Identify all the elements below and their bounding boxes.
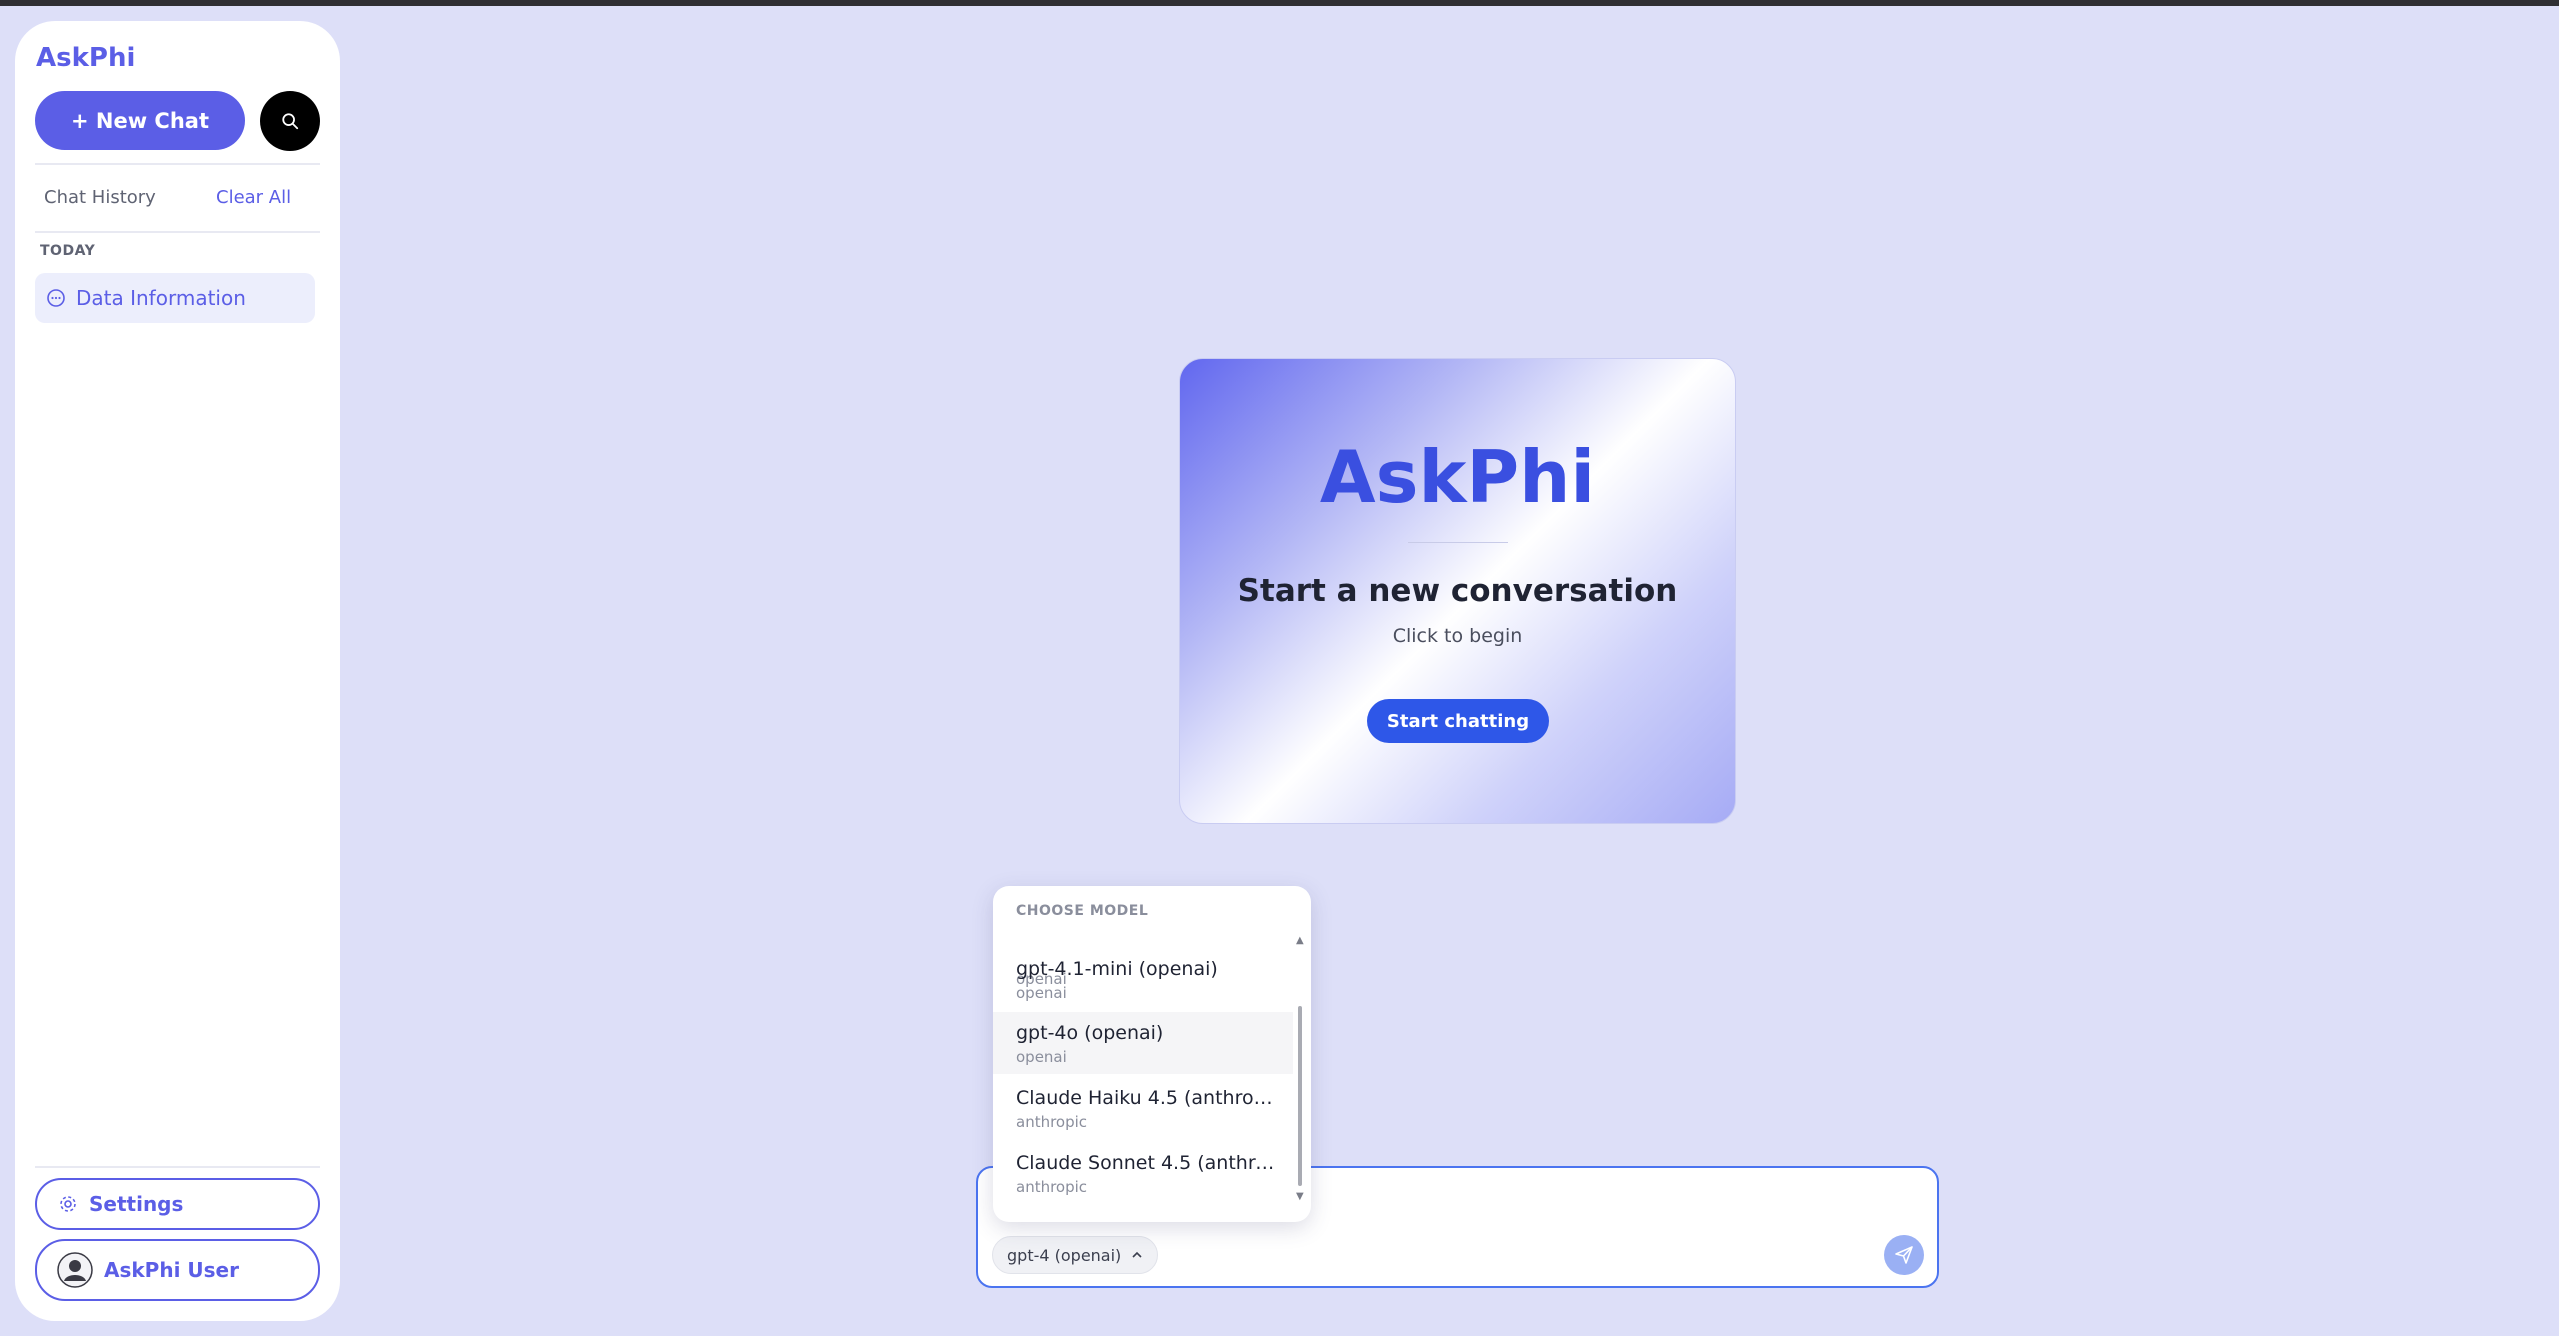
sidebar-item-label: Data Information xyxy=(76,286,246,310)
model-option[interactable]: gpt-4o (openai) openai xyxy=(993,1012,1293,1074)
welcome-divider xyxy=(1408,542,1508,543)
model-option-provider: openai xyxy=(1016,984,1067,1002)
model-option-name: gpt-4.1-mini (openai) xyxy=(1016,958,1218,980)
model-option[interactable]: Claude Haiku 4.5 (anthropic) anthropic xyxy=(993,1077,1293,1139)
model-option-name: Claude Sonnet 4.5 (anthrop… xyxy=(1016,1152,1278,1174)
send-icon xyxy=(1895,1246,1913,1264)
sidebar-brand: AskPhi xyxy=(36,43,136,73)
model-selector[interactable]: gpt-4 (openai) xyxy=(992,1236,1159,1274)
model-dropdown-header: CHOOSE MODEL xyxy=(1016,903,1149,919)
settings-label: Settings xyxy=(89,1192,184,1216)
welcome-heading: Start a new conversation xyxy=(1237,573,1678,609)
model-option-provider: anthropic xyxy=(1016,1113,1088,1131)
send-button[interactable] xyxy=(1884,1235,1924,1275)
model-option-provider: anthropic xyxy=(1016,1178,1088,1196)
model-option-name: Claude Haiku 4.5 (anthropic) xyxy=(1016,1087,1278,1109)
chat-bubble-icon xyxy=(47,289,65,307)
model-option-name: gpt-4o (openai) xyxy=(1016,1022,1164,1044)
scroll-up-arrow-icon[interactable]: ▲ xyxy=(1296,936,1304,946)
sidebar: AskPhi + New Chat Chat History Clear All… xyxy=(15,21,340,1321)
model-option-provider: openai xyxy=(1016,1048,1067,1066)
new-chat-button[interactable]: + New Chat xyxy=(35,91,245,150)
welcome-title: AskPhi xyxy=(1319,435,1596,519)
settings-button[interactable]: Settings xyxy=(35,1178,320,1230)
model-option[interactable]: Claude Sonnet 4.5 (anthrop… anthropic xyxy=(993,1142,1293,1204)
sidebar-divider xyxy=(35,1166,320,1168)
chat-history-label: Chat History xyxy=(44,187,156,208)
selected-model-label: gpt-4 (openai) xyxy=(1007,1245,1122,1265)
dropdown-scrollbar[interactable]: ▲ ▼ xyxy=(1293,936,1307,1206)
sidebar-divider xyxy=(35,231,320,233)
avatar xyxy=(57,1252,93,1288)
chevron-up-icon xyxy=(1132,1251,1142,1258)
user-profile-button[interactable]: AskPhi User xyxy=(35,1239,320,1301)
history-group-label: TODAY xyxy=(40,243,96,259)
welcome-card[interactable]: AskPhi Start a new conversation Click to… xyxy=(1179,358,1736,824)
scrollbar-thumb[interactable] xyxy=(1298,1006,1302,1186)
sidebar-item-data-information[interactable]: Data Information xyxy=(35,273,315,323)
start-chatting-button[interactable]: Start chatting xyxy=(1367,699,1549,743)
window-top-bar xyxy=(0,0,2559,6)
sidebar-divider xyxy=(35,163,320,165)
model-options-list[interactable]: openai gpt-4.1-mini (openai) openai gpt-… xyxy=(993,926,1293,1216)
welcome-subheading: Click to begin xyxy=(1392,625,1523,647)
search-button[interactable] xyxy=(260,91,320,151)
gear-icon xyxy=(60,1196,76,1212)
model-option[interactable]: gpt-4.1-mini (openai) openai xyxy=(993,948,1293,1010)
model-dropdown[interactable]: CHOOSE MODEL openai gpt-4.1-mini (openai… xyxy=(993,886,1311,1222)
search-icon xyxy=(282,113,299,130)
clear-all-button[interactable]: Clear All xyxy=(216,187,291,208)
scroll-down-arrow-icon[interactable]: ▼ xyxy=(1296,1192,1304,1202)
user-name: AskPhi User xyxy=(104,1258,239,1282)
